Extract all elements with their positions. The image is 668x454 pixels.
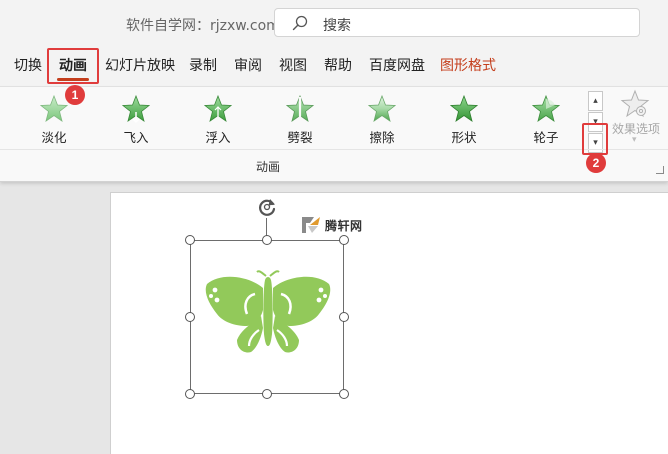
effect-options-star-icon (620, 89, 650, 118)
title-bar: 软件自学网：rjzxw.com 搜索 (0, 0, 668, 46)
watermark-icon (302, 217, 320, 233)
animation-label: 劈裂 (287, 130, 313, 145)
animation-label: 淡化 (41, 130, 67, 145)
effect-options-button[interactable]: 效果选项 ▾ (606, 89, 666, 149)
animation-wheel[interactable]: 轮子 (511, 95, 581, 145)
site-label: 软件自学网：rjzxw.com (126, 18, 280, 34)
float-in-star-icon (204, 95, 232, 122)
search-placeholder: 搜索 (323, 18, 351, 34)
tab-shape-format[interactable]: 图形格式 (440, 55, 496, 75)
dialog-launcher-icon[interactable] (656, 166, 664, 174)
animation-label: 飞入 (123, 130, 149, 145)
step-badge-1: 1 (65, 85, 85, 105)
gallery-scroll-up-button[interactable]: ▴ (588, 91, 603, 111)
butterfly-icon[interactable] (203, 270, 333, 362)
tab-view[interactable]: 视图 (279, 55, 307, 75)
rotate-handle-stem (266, 218, 267, 236)
wipe-star-icon (368, 95, 396, 122)
resize-handle-top-right[interactable] (339, 235, 349, 245)
animation-label: 形状 (451, 130, 477, 145)
animation-shape[interactable]: 形状 (429, 95, 499, 145)
animation-wipe[interactable]: 擦除 (347, 95, 417, 145)
rotate-handle-icon[interactable] (256, 196, 278, 218)
animation-fly-in[interactable]: 飞入 (101, 95, 171, 145)
watermark-logo: 腾轩网 (300, 214, 363, 236)
resize-handle-bottom[interactable] (262, 389, 272, 399)
fade-star-icon (40, 95, 68, 122)
chevron-down-icon: ▾ (632, 135, 637, 145)
shape-star-icon (450, 95, 478, 122)
highlight-more-button (582, 123, 608, 155)
step-badge-2: 2 (586, 153, 606, 173)
ribbon-panel: 淡化 飞入 浮入 劈裂 擦除 形状 轮子 ▴ ▾ ▾ 效果选项 ▾ 动画 (0, 86, 668, 182)
animation-label: 轮子 (533, 130, 559, 145)
resize-handle-bottom-left[interactable] (185, 389, 195, 399)
split-star-icon (286, 95, 314, 122)
animation-label: 浮入 (205, 130, 231, 145)
tab-slideshow[interactable]: 幻灯片放映 (105, 55, 175, 75)
watermark-text: 腾轩网 (325, 218, 363, 233)
ribbon-divider (0, 149, 668, 150)
tab-baidu-netdisk[interactable]: 百度网盘 (369, 55, 425, 75)
animation-float-in[interactable]: 浮入 (183, 95, 253, 145)
resize-handle-top[interactable] (262, 235, 272, 245)
tab-help[interactable]: 帮助 (324, 55, 352, 75)
search-icon (292, 15, 308, 31)
animation-split[interactable]: 劈裂 (265, 95, 335, 145)
tab-transitions[interactable]: 切换 (14, 55, 42, 75)
resize-handle-bottom-right[interactable] (339, 389, 349, 399)
fly-in-star-icon (122, 95, 150, 123)
tab-review[interactable]: 审阅 (234, 55, 262, 75)
wheel-star-icon (532, 95, 560, 122)
tab-record[interactable]: 录制 (189, 55, 217, 75)
group-label-animation: 动画 (255, 160, 280, 174)
highlight-animations-tab (47, 48, 99, 84)
ribbon-tabs: 切换 动画 幻灯片放映 录制 审阅 视图 帮助 百度网盘 图形格式 (0, 46, 668, 86)
animation-label: 擦除 (369, 130, 395, 145)
resize-handle-right[interactable] (339, 312, 349, 322)
search-box[interactable]: 搜索 (274, 8, 640, 37)
resize-handle-top-left[interactable] (185, 235, 195, 245)
resize-handle-left[interactable] (185, 312, 195, 322)
